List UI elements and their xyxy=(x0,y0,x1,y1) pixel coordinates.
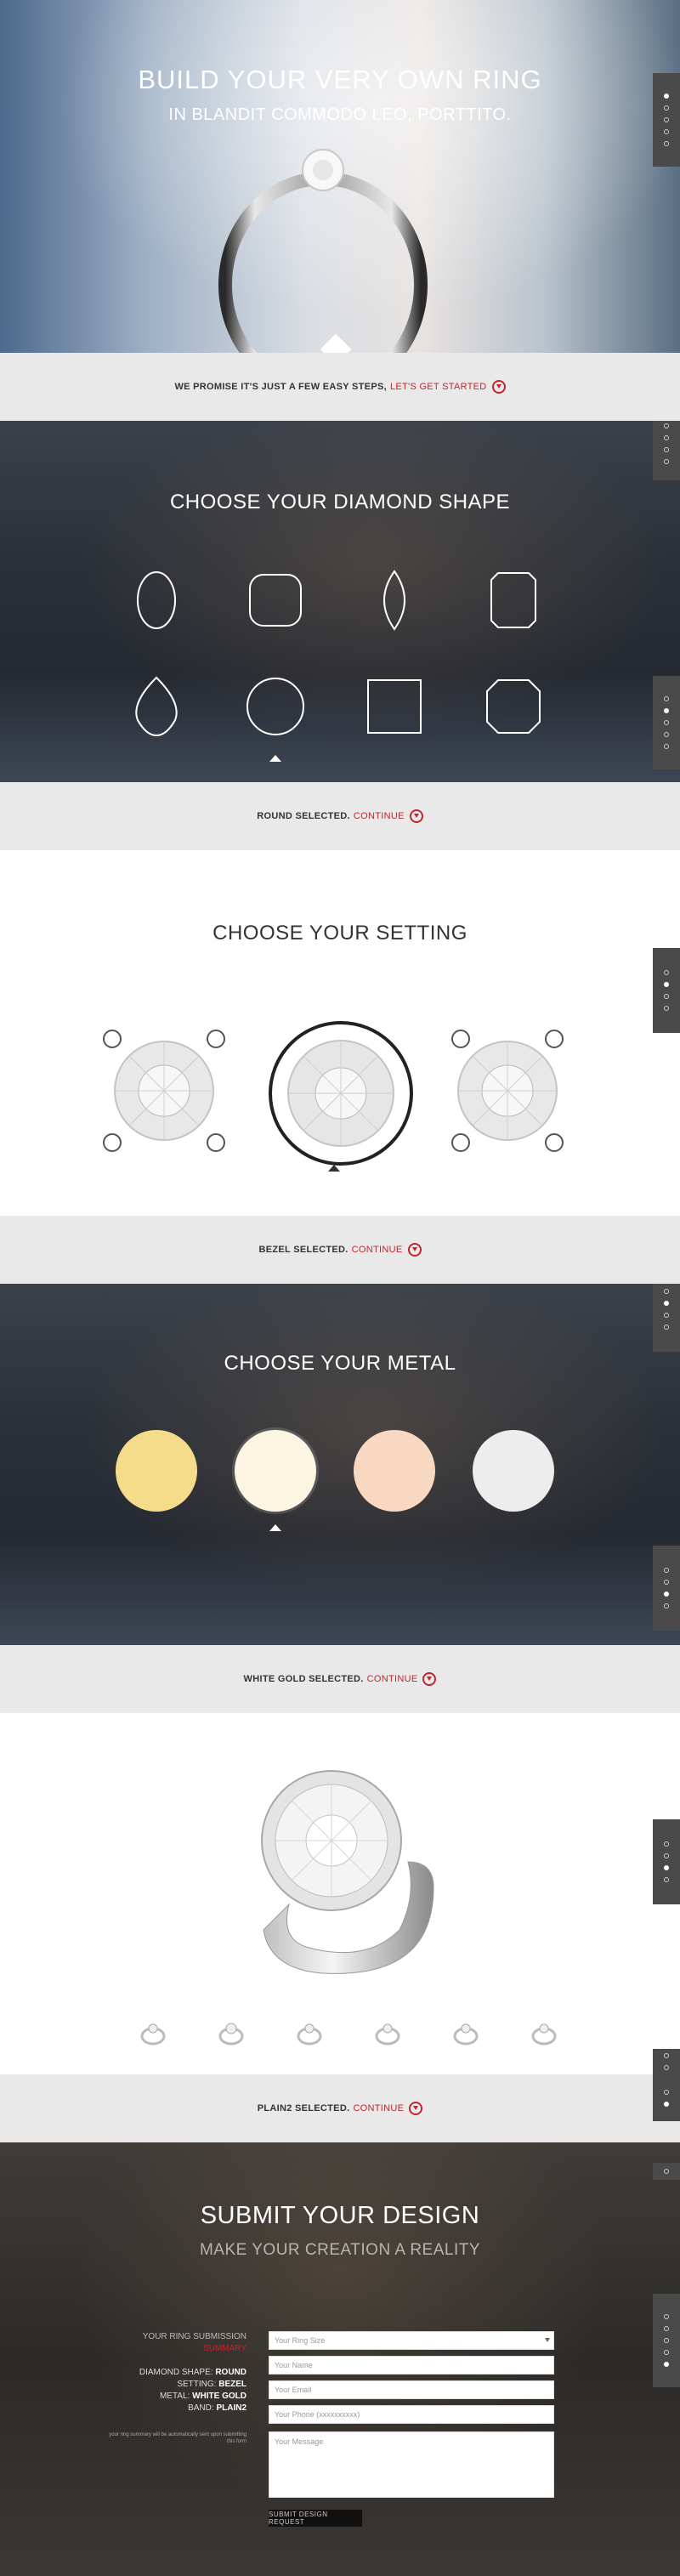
arrow-down-icon[interactable] xyxy=(491,380,506,394)
hero-section: BUILD YOUR VERY OWN RING IN BLANDIT COMM… xyxy=(0,0,680,353)
halo-setting-option[interactable] xyxy=(444,1027,571,1155)
round-shape-option[interactable] xyxy=(245,676,306,737)
summary-sublabel: SUMMARY xyxy=(203,2344,246,2353)
oval-shape-option[interactable] xyxy=(126,570,187,631)
shape-section: CHOOSE YOUR DIAMOND SHAPE xyxy=(0,421,680,782)
shape-selected-text: ROUND SELECTED. xyxy=(257,811,350,821)
email-placeholder: Your Email xyxy=(275,2386,312,2394)
hero-subtitle: IN BLANDIT COMMODO LEO, PORTTITO. xyxy=(168,105,512,124)
selected-caret xyxy=(269,1524,281,1531)
section-dot-nav[interactable] xyxy=(653,2163,680,2180)
band-section xyxy=(0,1713,680,2074)
selected-caret xyxy=(328,1165,340,1172)
name-placeholder: Your Name xyxy=(275,2361,313,2369)
get-started-link[interactable]: LET'S GET STARTED xyxy=(390,382,487,392)
name-field[interactable]: Your Name xyxy=(269,2356,554,2375)
metal-section: CHOOSE YOUR METAL xyxy=(0,1284,680,1645)
section-dot-nav[interactable] xyxy=(653,2049,680,2074)
cushion-shape-option[interactable] xyxy=(245,570,306,631)
metal-label: METAL: xyxy=(159,2392,190,2401)
band-selected-strip: PLAIN2 SELECTED. CONTINUE xyxy=(0,2074,680,2142)
setting-label: SETTING: xyxy=(177,2380,217,2389)
band-thumb[interactable] xyxy=(292,2017,326,2051)
submit-design-button[interactable]: SUBMIT DESIGN REQUEST xyxy=(269,2510,362,2527)
shape-value: ROUND xyxy=(215,2368,246,2377)
band-ring-image xyxy=(261,1770,434,1974)
intro-text: WE PROMISE IT'S JUST A FEW EASY STEPS, xyxy=(174,382,387,392)
ring-image xyxy=(218,149,428,353)
section-dot-nav[interactable] xyxy=(653,1546,680,1631)
intro-strip: WE PROMISE IT'S JUST A FEW EASY STEPS, L… xyxy=(0,353,680,421)
white-gold-swatch[interactable] xyxy=(235,1430,316,1512)
band-thumb[interactable] xyxy=(371,2017,405,2051)
arrow-down-icon[interactable] xyxy=(409,809,423,823)
section-dot-nav[interactable] xyxy=(653,1284,680,1352)
band-selected-text: PLAIN2 SELECTED. xyxy=(257,2103,350,2114)
continue-link[interactable]: CONTINUE xyxy=(354,811,405,821)
email-field[interactable]: Your Email xyxy=(269,2380,554,2399)
submit-subtitle: MAKE YOUR CREATION A REALITY xyxy=(199,2241,481,2259)
pear-shape-option[interactable] xyxy=(126,676,187,737)
band-label: BAND: xyxy=(188,2403,214,2413)
continue-link[interactable]: CONTINUE xyxy=(367,1674,418,1684)
shape-title: CHOOSE YOUR DIAMOND SHAPE xyxy=(169,491,511,513)
metal-title: CHOOSE YOUR METAL xyxy=(224,1352,456,1375)
arrow-down-icon[interactable] xyxy=(409,2102,423,2115)
section-dot-nav[interactable] xyxy=(653,676,680,769)
metal-selected-strip: WHITE GOLD SELECTED. CONTINUE xyxy=(0,1645,680,1713)
continue-link[interactable]: CONTINUE xyxy=(353,2103,404,2114)
arrow-down-icon[interactable] xyxy=(422,1672,437,1686)
yellow-gold-swatch[interactable] xyxy=(116,1430,197,1512)
section-dot-nav[interactable] xyxy=(653,73,680,167)
ring-summary: YOUR RING SUBMISSION SUMMARY DIAMOND SHA… xyxy=(102,2331,246,2445)
selected-caret xyxy=(269,755,281,762)
summary-note: your ring summary will be automatically … xyxy=(109,2432,246,2444)
band-thumb[interactable] xyxy=(136,2017,170,2051)
bezel-setting-option[interactable] xyxy=(266,1018,416,1168)
section-dot-nav[interactable] xyxy=(653,2074,680,2121)
asscher-shape-option[interactable] xyxy=(483,676,544,737)
summary-label: YOUR RING SUBMISSION xyxy=(142,2332,246,2341)
setting-title: CHOOSE YOUR SETTING xyxy=(212,922,468,945)
metal-value: WHITE GOLD xyxy=(192,2392,246,2401)
rose-gold-swatch[interactable] xyxy=(354,1430,435,1512)
shape-selected-strip: ROUND SELECTED. CONTINUE xyxy=(0,782,680,850)
submit-title: SUBMIT YOUR DESIGN xyxy=(200,2202,480,2229)
setting-selected-strip: BEZEL SELECTED. CONTINUE xyxy=(0,1216,680,1284)
setting-section: CHOOSE YOUR SETTING xyxy=(0,850,680,1216)
princess-shape-option[interactable] xyxy=(364,676,425,737)
platinum-swatch[interactable] xyxy=(473,1430,554,1512)
band-value: PLAIN2 xyxy=(216,2403,246,2413)
section-dot-nav[interactable] xyxy=(653,2294,680,2387)
metal-selected-text: WHITE GOLD SELECTED. xyxy=(243,1674,364,1684)
hero-title: BUILD YOUR VERY OWN RING xyxy=(138,65,542,94)
band-thumb[interactable] xyxy=(527,2017,561,2051)
band-thumb[interactable] xyxy=(214,2017,248,2051)
message-placeholder: Your Message xyxy=(275,2437,324,2446)
band-thumb[interactable] xyxy=(449,2017,483,2051)
section-dot-nav[interactable] xyxy=(653,948,680,1033)
phone-field[interactable]: Your Phone (xxxxxxxxxx) xyxy=(269,2405,554,2424)
ring-size-placeholder: Your Ring Size xyxy=(275,2336,326,2345)
marquise-shape-option[interactable] xyxy=(364,570,425,631)
chevron-down-icon xyxy=(545,2338,550,2342)
ring-size-select[interactable]: Your Ring Size xyxy=(269,2331,554,2350)
setting-selected-text: BEZEL SELECTED. xyxy=(258,1245,348,1255)
message-field[interactable]: Your Message xyxy=(269,2431,554,2498)
arrow-down-icon[interactable] xyxy=(407,1243,422,1257)
prong-setting-option[interactable] xyxy=(100,1027,228,1155)
phone-placeholder: Your Phone (xxxxxxxxxx) xyxy=(275,2410,360,2419)
shape-label: DIAMOND SHAPE: xyxy=(139,2368,213,2377)
section-dot-nav[interactable] xyxy=(653,421,680,480)
section-dot-nav[interactable] xyxy=(653,1819,680,1904)
continue-link[interactable]: CONTINUE xyxy=(352,1245,403,1255)
setting-value: BEZEL xyxy=(218,2380,246,2389)
emerald-shape-option[interactable] xyxy=(483,570,544,631)
